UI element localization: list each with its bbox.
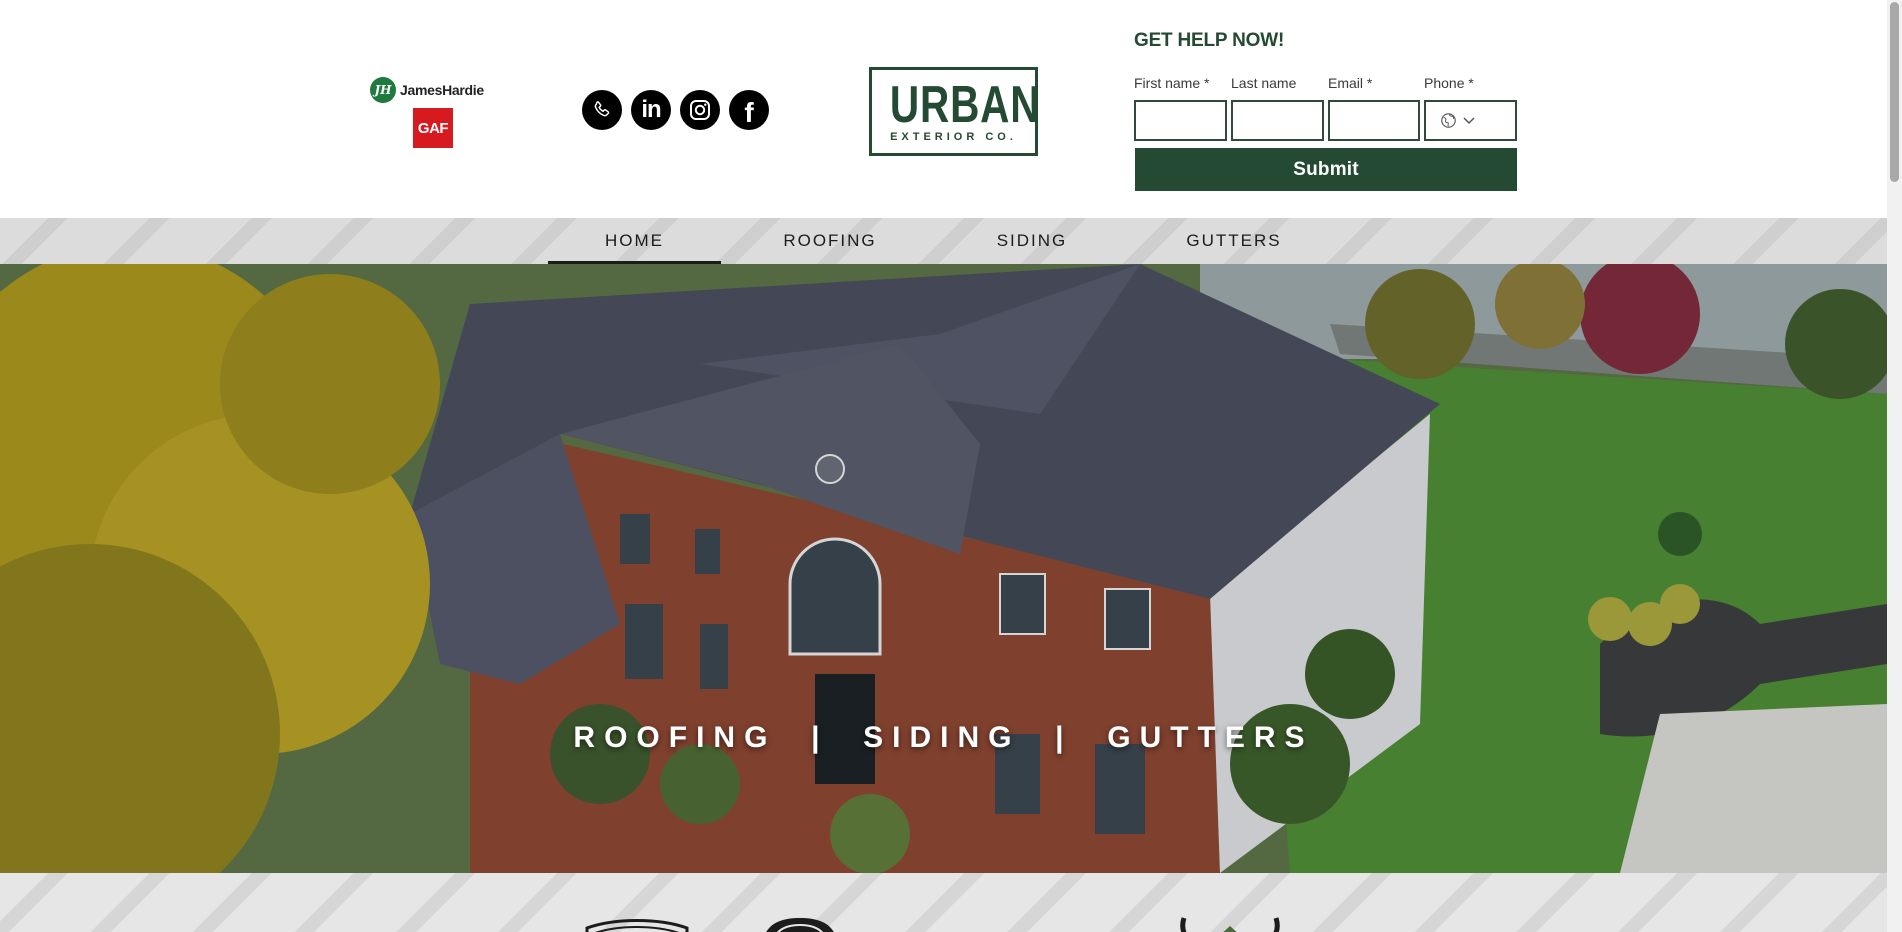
james-hardie-name: JamesHardie [400,82,484,98]
linkedin-icon: in [641,96,661,123]
first-name-label: First name * [1134,75,1210,91]
laurel-badge-icon [1180,917,1280,932]
hero-image: ROOFING | SIDING | GUTTERS [0,264,1887,873]
gaf-logo: GAF [413,108,453,148]
page-scrollbar[interactable] [1887,0,1902,932]
logo-wordmark: URBAN [889,76,1041,134]
shield-badge-icon [585,919,689,932]
phone-link[interactable] [582,90,622,130]
james-hardie-mark: JH [370,77,396,103]
email-field[interactable] [1328,100,1420,141]
seal-badge-icon [766,918,834,932]
page: JH JamesHardie GAF in f URBAN EXTERIOR C… [0,0,1887,932]
partner-logos: JH JamesHardie GAF [370,76,495,148]
phone-field[interactable] [1424,100,1517,141]
phone-label: Phone * [1424,75,1474,91]
badges-strip [0,873,1887,932]
urban-exterior-logo[interactable]: URBAN EXTERIOR CO. [869,67,1041,156]
facebook-icon: f [744,97,754,128]
instagram-icon [690,100,710,120]
nav-item-gutters[interactable]: GUTTERS [1154,218,1314,264]
linkedin-link[interactable]: in [631,90,671,130]
social-links: in f [582,90,769,130]
nav-item-home[interactable]: HOME [548,218,721,264]
site-header: JH JamesHardie GAF in f URBAN EXTERIOR C… [0,0,1887,218]
globe-icon[interactable] [1440,112,1457,129]
last-name-label: Last name [1231,75,1297,91]
scrollbar-thumb[interactable] [1890,2,1899,182]
instagram-link[interactable] [680,90,720,130]
contact-form: GET HELP NOW! First name * Last name Ema… [1134,30,1518,191]
nav-item-roofing[interactable]: ROOFING [750,218,910,264]
phone-icon [594,101,610,117]
submit-button[interactable]: Submit [1135,148,1517,191]
james-hardie-logo: JH JamesHardie [370,76,484,104]
main-nav: HOME ROOFING SIDING GUTTERS [0,218,1887,264]
first-name-field[interactable] [1134,100,1227,141]
form-title: GET HELP NOW! [1134,30,1285,51]
hero-tagline: ROOFING | SIDING | GUTTERS [573,721,1314,754]
nav-item-siding[interactable]: SIDING [952,218,1112,264]
email-label: Email * [1328,75,1373,91]
last-name-field[interactable] [1231,100,1324,141]
house-aerial-photo [0,264,1887,873]
facebook-link[interactable]: f [729,90,769,130]
chevron-down-icon[interactable] [1463,116,1475,125]
